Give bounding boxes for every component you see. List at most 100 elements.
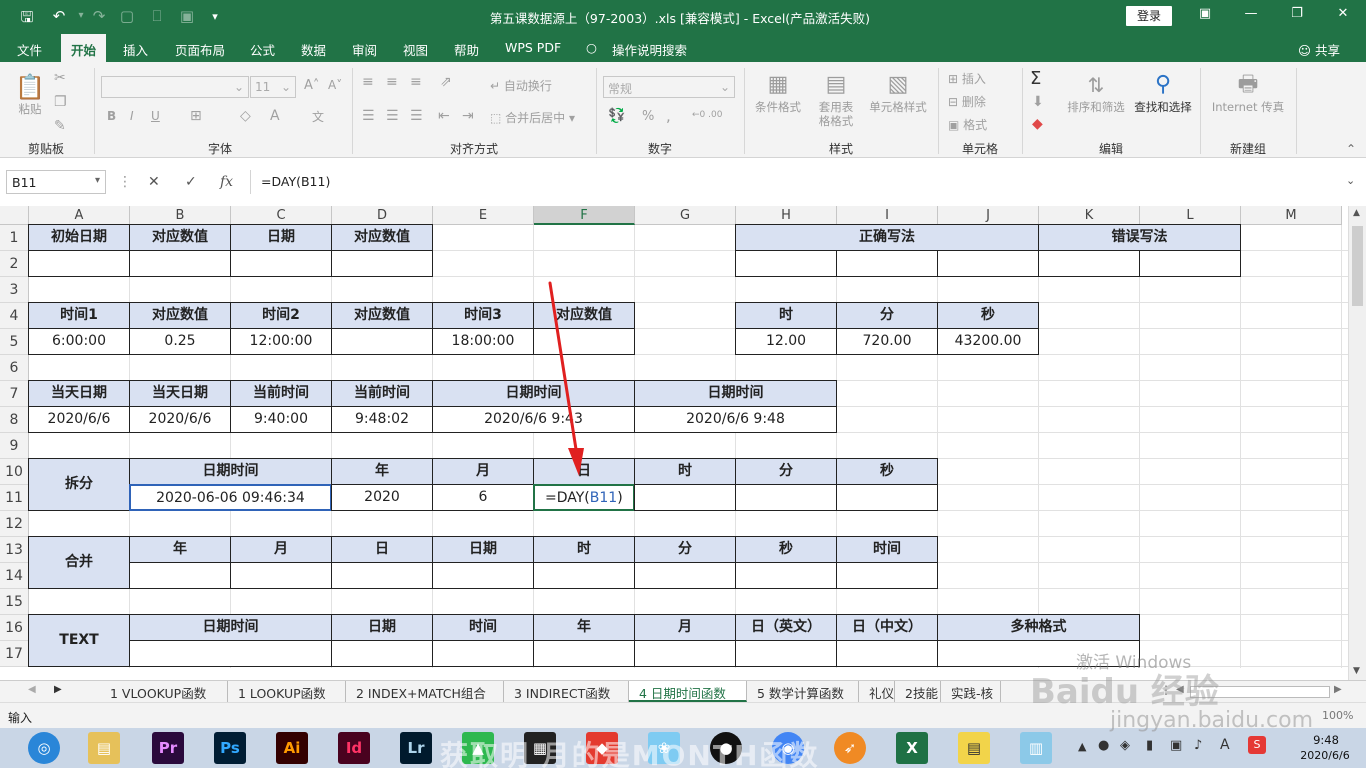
row-header-4[interactable]: 4 (0, 303, 29, 329)
sheet-tab[interactable]: 1 VLOOKUP函数 (100, 681, 228, 702)
increase-decimal-icon[interactable]: ←0 .00 (692, 110, 722, 120)
row-header-2[interactable]: 2 (0, 251, 29, 277)
cell-i14[interactable] (836, 562, 938, 589)
cell-f11-editing[interactable]: =DAY(B11) (533, 484, 635, 511)
premiere-icon[interactable]: Pr (152, 732, 184, 764)
cell-f13[interactable]: 时 (533, 536, 635, 563)
borders-icon[interactable]: ⊞ (190, 108, 202, 124)
cell-c2[interactable] (230, 250, 332, 277)
notes-icon[interactable]: ▤ (958, 732, 990, 764)
row-header-8[interactable]: 8 (0, 407, 29, 433)
cut-icon[interactable]: ✂ (54, 70, 66, 86)
horizontal-scrollbar[interactable] (1190, 686, 1330, 698)
browser-icon[interactable]: ◎ (28, 732, 60, 764)
cell-c7[interactable]: 当前时间 (230, 380, 332, 407)
decrease-indent-icon[interactable]: ⇤ (438, 108, 450, 124)
cell-g16[interactable]: 月 (634, 614, 736, 641)
wrap-text-button[interactable]: ↵ 自动换行 (490, 77, 552, 94)
percent-button[interactable]: % (642, 109, 654, 124)
cell-d1[interactable]: 对应数值 (331, 224, 433, 251)
cell-i4[interactable]: 分 (836, 302, 938, 329)
align-bottom-icon[interactable]: ≡ (410, 74, 422, 90)
cell-b10[interactable]: 日期时间 (129, 458, 332, 485)
print-preview-icon[interactable]: ⎕ (146, 7, 168, 25)
cell-i17[interactable] (836, 640, 938, 667)
app-red-icon[interactable]: ◆ (586, 732, 618, 764)
tab-view[interactable]: 视图 (403, 40, 428, 59)
cell-f10[interactable]: 日 (533, 458, 635, 485)
cell-a1[interactable]: 初始日期 (28, 224, 130, 251)
cell-h2[interactable] (735, 250, 837, 277)
increase-font-icon[interactable]: A˄ (304, 78, 319, 93)
align-center-icon[interactable]: ☰ (386, 108, 399, 124)
cell-h11[interactable] (735, 484, 837, 511)
cell-i2[interactable] (836, 250, 938, 277)
cell-g17[interactable] (634, 640, 736, 667)
cell-i16[interactable]: 日（中文） (836, 614, 938, 641)
close-icon[interactable]: ✕ (1328, 6, 1358, 26)
cell-f17[interactable] (533, 640, 635, 667)
underline-button[interactable]: U (151, 109, 160, 123)
align-right-icon[interactable]: ☰ (410, 108, 423, 124)
decrease-font-icon[interactable]: A˅ (328, 78, 342, 92)
row-header-13[interactable]: 13 (0, 537, 29, 563)
cell-a8[interactable]: 2020/6/6 (28, 406, 130, 433)
cell-h1[interactable]: 正确写法 (735, 224, 1039, 251)
qq-icon[interactable]: ● (710, 732, 742, 764)
cell-e13[interactable]: 日期 (432, 536, 534, 563)
sheet-tab[interactable]: 2技能 (895, 681, 941, 702)
prev-sheet-icon[interactable]: ◀ (28, 684, 36, 695)
cell-j16[interactable]: 多种格式 (937, 614, 1140, 641)
column-header-k[interactable]: K (1039, 206, 1140, 225)
insert-cells-button[interactable]: ⊞ 插入 (948, 70, 986, 87)
input-method-icon[interactable]: A (1220, 737, 1230, 753)
clock-date[interactable]: 2020/6/6 (1290, 749, 1360, 762)
vertical-scrollbar[interactable]: ▲ ▼ (1348, 206, 1366, 680)
cell-e10[interactable]: 月 (432, 458, 534, 485)
cell-d8[interactable]: 9:48:02 (331, 406, 433, 433)
chrome-icon[interactable]: ◉ (772, 732, 804, 764)
row-header-7[interactable]: 7 (0, 381, 29, 407)
column-header-i[interactable]: I (837, 206, 938, 225)
cell-b11[interactable]: 2020-06-06 09:46:34 (129, 484, 332, 511)
column-header-m[interactable]: M (1241, 206, 1342, 225)
cell-j17[interactable] (937, 640, 1140, 667)
cell-k2[interactable] (1038, 250, 1140, 277)
cell-b8[interactable]: 2020/6/6 (129, 406, 231, 433)
conditional-format-button[interactable]: ▦ 条件格式 (750, 70, 806, 114)
number-format-dropdown[interactable]: 常规 ⌄ (603, 76, 735, 98)
row-header-17[interactable]: 17 (0, 641, 29, 667)
cell-j2[interactable] (937, 250, 1039, 277)
spellcheck-icon[interactable]: ▣ (176, 7, 198, 25)
formula-input[interactable]: =DAY(B11) (250, 170, 1360, 194)
worksheet-grid[interactable]: A B C D E F G H I J K L M 1 2 3 4 5 6 7 8 9 10 11 12 13 14 15 16 17 初始… (0, 206, 1348, 668)
align-top-icon[interactable]: ≡ (362, 74, 374, 90)
hscroll-left-icon[interactable]: ◀ (1176, 684, 1184, 695)
row-header-1[interactable]: 1 (0, 225, 29, 251)
internet-fax-button[interactable]: 🖶 Internet 传真 (1206, 70, 1290, 114)
row-header-5[interactable]: 5 (0, 329, 29, 355)
cell-b14[interactable] (129, 562, 231, 589)
cell-h10[interactable]: 分 (735, 458, 837, 485)
battery-icon[interactable]: ▮ (1146, 738, 1153, 753)
tell-me-search[interactable]: 操作说明搜索 (612, 40, 687, 59)
copy-icon[interactable]: ❐ (54, 94, 67, 110)
format-as-table-button[interactable]: ▤ 套用表格格式 (808, 70, 864, 128)
sheet-tab[interactable]: 3 INDIRECT函数 (504, 681, 629, 702)
column-header-e[interactable]: E (433, 206, 534, 225)
cell-h4[interactable]: 时 (735, 302, 837, 329)
row-header-6[interactable]: 6 (0, 355, 29, 381)
cell-d5[interactable] (331, 328, 433, 355)
cell-j5[interactable]: 43200.00 (937, 328, 1039, 355)
zoom-level[interactable]: 100% (1322, 709, 1353, 722)
sheet-tab[interactable]: 2 INDEX+MATCH组合 (346, 681, 504, 702)
cell-b16[interactable]: 日期时间 (129, 614, 332, 641)
cell-h16[interactable]: 日（英文） (735, 614, 837, 641)
fill-icon[interactable]: ⬇ (1032, 94, 1044, 110)
collapse-ribbon-icon[interactable]: ⌃ (1346, 142, 1356, 156)
cell-h17[interactable] (735, 640, 837, 667)
tab-help[interactable]: 帮助 (454, 40, 479, 59)
cell-a10[interactable]: 拆分 (28, 458, 130, 511)
cell-c13[interactable]: 月 (230, 536, 332, 563)
cell-d11[interactable]: 2020 (331, 484, 433, 511)
